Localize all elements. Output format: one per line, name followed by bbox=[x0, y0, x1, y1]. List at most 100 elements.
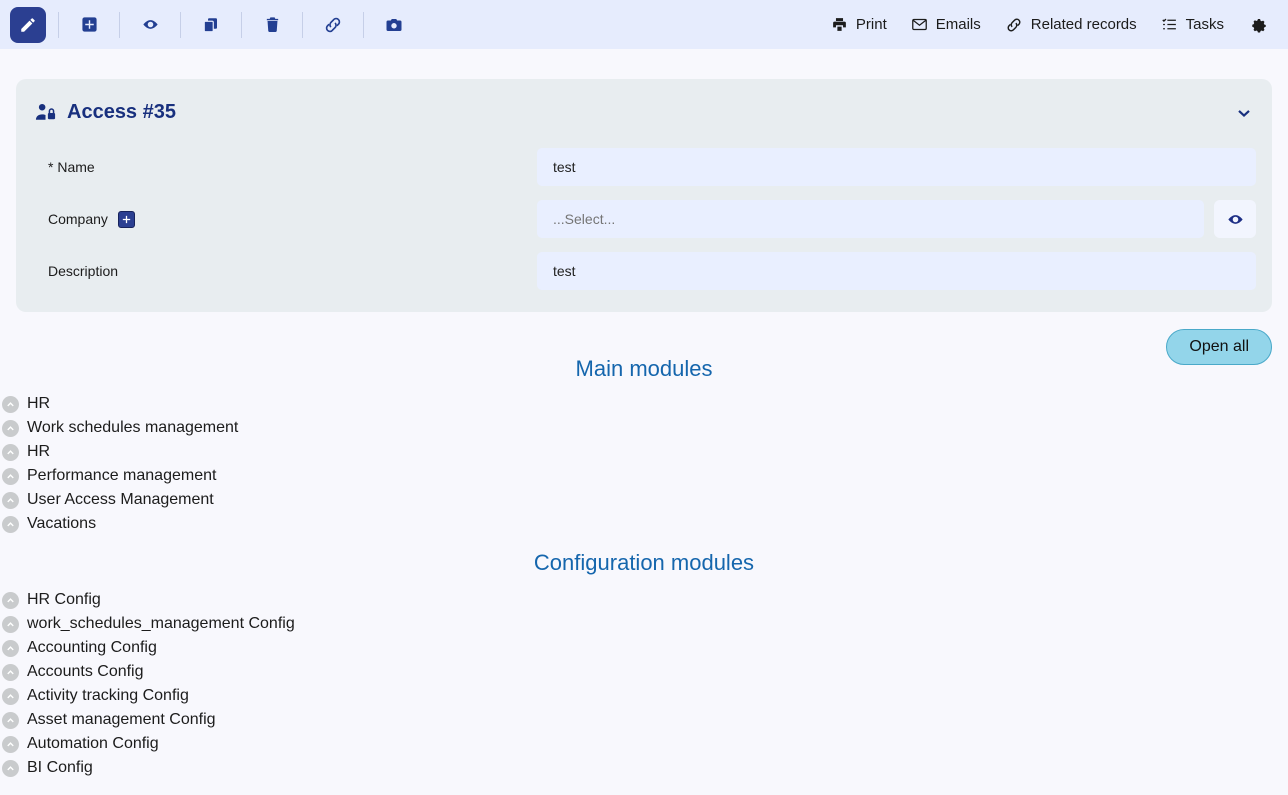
emails-label: Emails bbox=[935, 16, 981, 33]
link-icon bbox=[325, 17, 341, 32]
plus-square-icon bbox=[81, 17, 97, 32]
envelope-icon bbox=[911, 16, 928, 33]
add-company-button[interactable] bbox=[117, 210, 135, 228]
list-check-icon bbox=[1161, 16, 1178, 33]
gear-icon bbox=[1250, 16, 1268, 34]
toolbar-divider bbox=[180, 11, 181, 38]
list-item[interactable]: Activity tracking Config bbox=[0, 684, 1288, 708]
chevron-up-circle-icon bbox=[2, 443, 19, 461]
description-label-text: Description bbox=[48, 263, 119, 279]
chevron-up-circle-icon bbox=[2, 687, 19, 705]
chevron-up-circle-icon bbox=[2, 491, 19, 509]
page-title: Access #35 bbox=[67, 101, 176, 123]
collapse-card-button[interactable] bbox=[1234, 103, 1254, 123]
access-card: Access #35 * Name Company bbox=[16, 79, 1272, 312]
eye-icon bbox=[1227, 214, 1243, 224]
list-item[interactable]: HR bbox=[0, 440, 1288, 464]
list-item[interactable]: HR bbox=[0, 392, 1288, 416]
list-item-label: HR Config bbox=[27, 591, 101, 608]
list-item-label: Activity tracking Config bbox=[27, 687, 189, 704]
page-content: Access #35 * Name Company bbox=[0, 79, 1288, 780]
add-button[interactable] bbox=[71, 7, 107, 43]
chevron-up-circle-icon bbox=[2, 663, 19, 681]
toolbar-divider bbox=[58, 11, 59, 38]
toolbar-divider bbox=[241, 11, 242, 38]
name-label-text: * Name bbox=[48, 159, 95, 175]
toolbar-left-group bbox=[10, 6, 412, 43]
chevron-up-circle-icon bbox=[2, 639, 19, 657]
chevron-up-circle-icon bbox=[2, 711, 19, 729]
toolbar-divider bbox=[302, 11, 303, 38]
eye-icon bbox=[142, 20, 158, 29]
chevron-up-circle-icon bbox=[2, 419, 19, 437]
list-item-label: work_schedules_management Config bbox=[27, 615, 295, 632]
copy-icon bbox=[203, 17, 217, 32]
print-label: Print bbox=[855, 16, 887, 33]
camera-icon bbox=[386, 18, 402, 31]
description-input[interactable] bbox=[537, 252, 1256, 290]
card-title-group: Access #35 bbox=[34, 101, 176, 124]
name-input[interactable] bbox=[537, 148, 1256, 186]
related-records-label: Related records bbox=[1030, 16, 1137, 33]
list-item-label: User Access Management bbox=[27, 491, 214, 508]
toolbar-divider bbox=[363, 11, 364, 38]
related-records-button[interactable]: Related records bbox=[993, 10, 1149, 40]
list-item[interactable]: Automation Config bbox=[0, 732, 1288, 756]
list-item-label: Performance management bbox=[27, 467, 217, 484]
list-item[interactable]: Vacations bbox=[0, 512, 1288, 536]
plus-icon bbox=[122, 215, 131, 223]
view-button[interactable] bbox=[132, 7, 168, 43]
access-card-header: Access #35 bbox=[16, 79, 1272, 134]
list-item[interactable]: Work schedules management bbox=[0, 416, 1288, 440]
configuration-modules-list: HR Config work_schedules_management Conf… bbox=[0, 588, 1288, 780]
company-select[interactable] bbox=[537, 200, 1204, 238]
list-item[interactable]: Accounting Config bbox=[0, 636, 1288, 660]
name-label: * Name bbox=[32, 159, 537, 175]
printer-icon bbox=[831, 16, 848, 33]
duplicate-button[interactable] bbox=[193, 7, 229, 43]
user-lock-icon bbox=[34, 101, 57, 124]
company-label-text: Company bbox=[48, 211, 108, 227]
chevron-up-circle-icon bbox=[2, 615, 19, 633]
list-item[interactable]: Asset management Config bbox=[0, 708, 1288, 732]
chevron-up-circle-icon bbox=[2, 515, 19, 533]
list-item[interactable]: HR Config bbox=[0, 588, 1288, 612]
print-button[interactable]: Print bbox=[819, 10, 899, 39]
tasks-label: Tasks bbox=[1185, 16, 1224, 33]
toolbar-divider bbox=[119, 11, 120, 38]
main-modules-title: Main modules bbox=[575, 356, 713, 381]
list-item[interactable]: User Access Management bbox=[0, 488, 1288, 512]
list-item-label: Accounting Config bbox=[27, 639, 157, 656]
list-item[interactable]: Accounts Config bbox=[0, 660, 1288, 684]
company-label: Company bbox=[32, 210, 537, 228]
toolbar-right-group: Print Emails Related records Tasks bbox=[819, 10, 1274, 40]
list-item-label: BI Config bbox=[27, 759, 93, 776]
chevron-up-circle-icon bbox=[2, 759, 19, 777]
main-modules-list: HR Work schedules management HR Performa… bbox=[0, 392, 1288, 536]
open-all-button[interactable]: Open all bbox=[1166, 329, 1272, 365]
edit-button[interactable] bbox=[10, 6, 46, 43]
field-row-name: * Name bbox=[16, 148, 1272, 186]
list-item[interactable]: work_schedules_management Config bbox=[0, 612, 1288, 636]
chevron-up-circle-icon bbox=[2, 395, 19, 413]
chevron-up-circle-icon bbox=[2, 467, 19, 485]
pencil-icon bbox=[21, 17, 35, 32]
delete-button[interactable] bbox=[254, 7, 290, 43]
list-item-label: HR bbox=[27, 395, 51, 412]
list-item-label: Work schedules management bbox=[27, 419, 239, 436]
list-item-label: Asset management Config bbox=[27, 711, 216, 728]
trash-icon bbox=[266, 17, 278, 32]
list-item-label: Vacations bbox=[27, 515, 97, 532]
screenshot-button[interactable] bbox=[376, 7, 412, 43]
emails-button[interactable]: Emails bbox=[899, 10, 993, 39]
settings-button[interactable] bbox=[1236, 10, 1274, 40]
field-row-company: Company bbox=[16, 200, 1272, 238]
link-icon bbox=[1005, 16, 1023, 34]
tasks-button[interactable]: Tasks bbox=[1149, 10, 1236, 39]
chevron-up-circle-icon bbox=[2, 591, 19, 609]
link-button[interactable] bbox=[315, 7, 351, 43]
company-preview-button[interactable] bbox=[1214, 200, 1256, 238]
field-row-description: Description bbox=[16, 252, 1272, 290]
list-item[interactable]: BI Config bbox=[0, 756, 1288, 780]
list-item[interactable]: Performance management bbox=[0, 464, 1288, 488]
